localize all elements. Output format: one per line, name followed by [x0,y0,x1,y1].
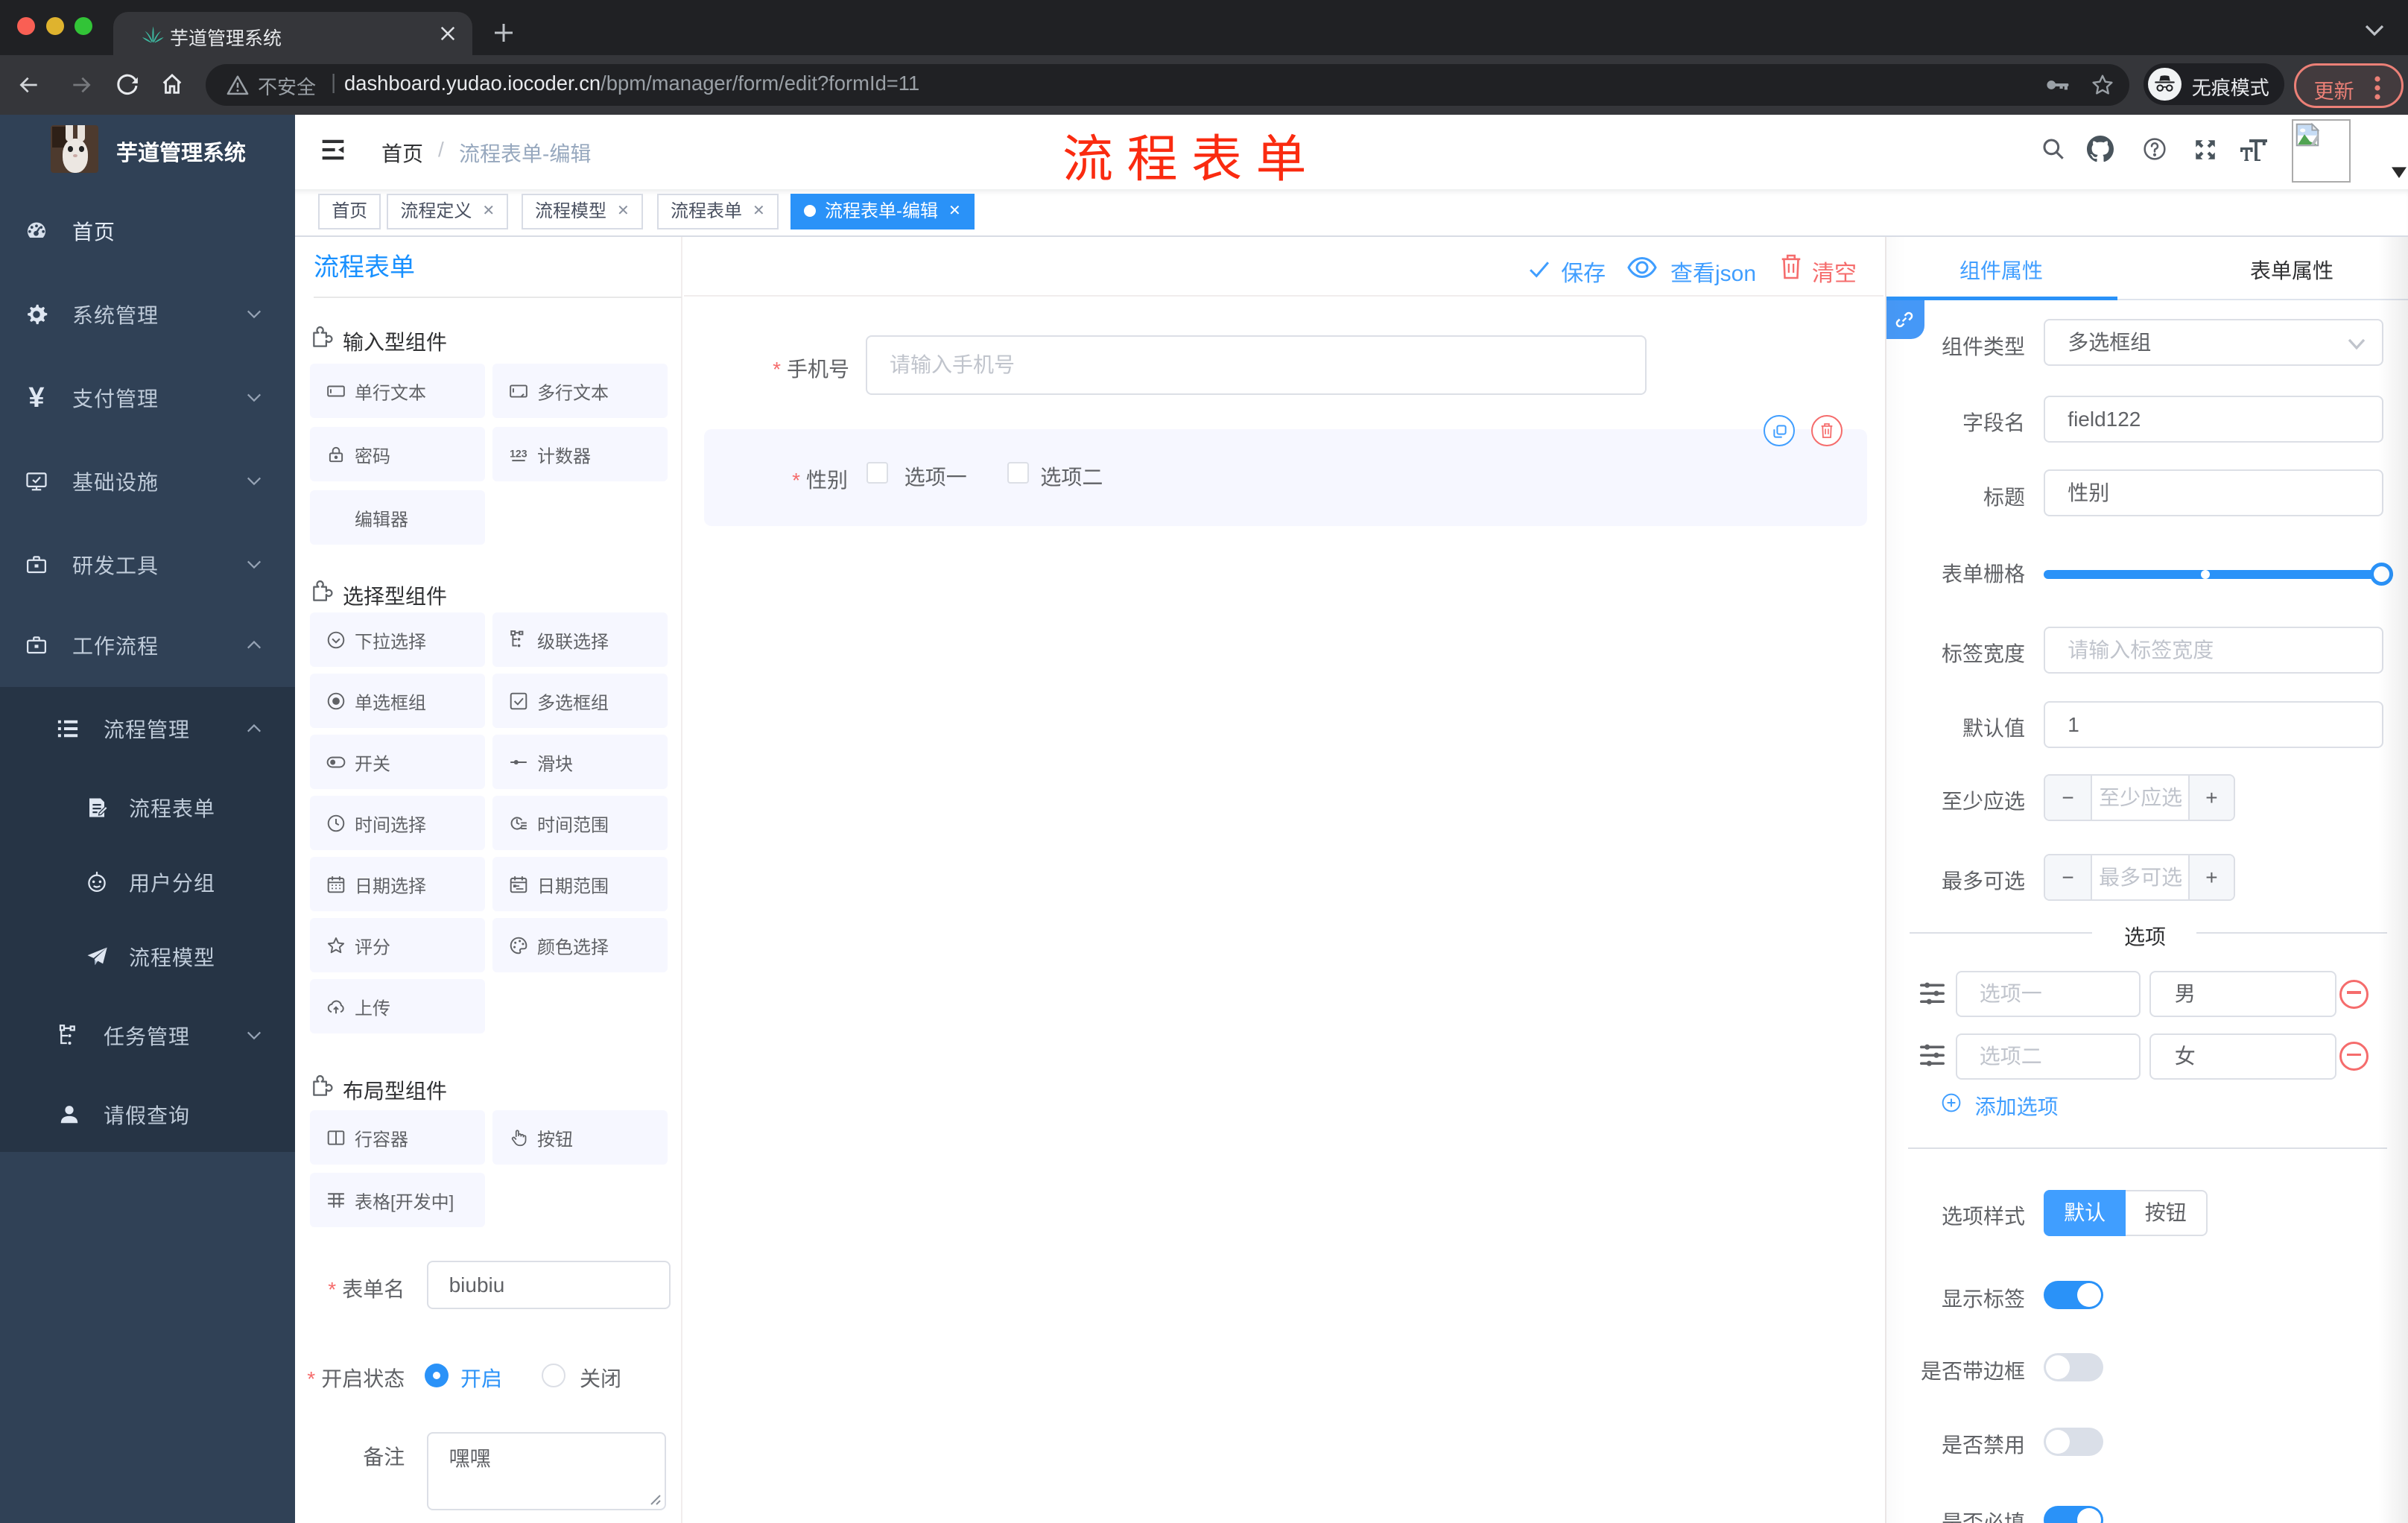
svg-text:123: 123 [510,447,527,459]
